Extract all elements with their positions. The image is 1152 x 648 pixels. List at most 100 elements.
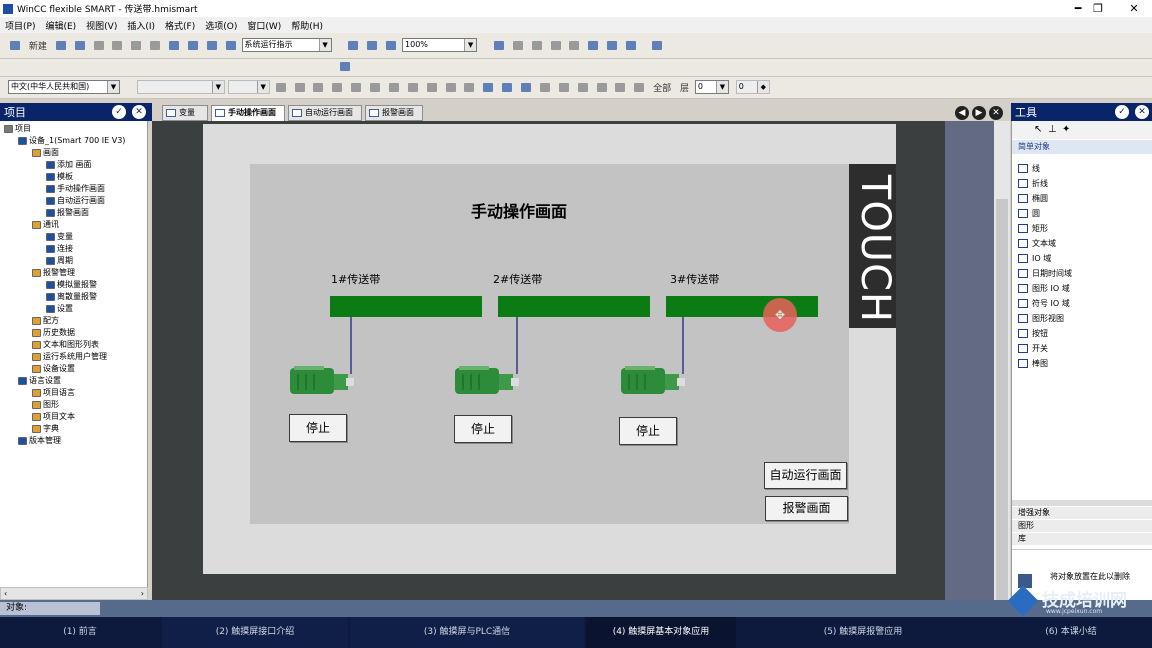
save-icon[interactable] [74,40,85,50]
tree-item[interactable]: 字典 [32,423,59,434]
tools-section-simple[interactable]: 简单对象 [1012,140,1152,154]
close-icon[interactable]: ✕ [132,105,146,119]
menu-project[interactable]: 项目(P) [0,19,40,32]
align-top-icon[interactable] [388,82,399,92]
flip-icon[interactable] [558,82,569,92]
tree-item[interactable]: 项目语言 [32,387,75,398]
tree-item[interactable]: 手动操作画面 [46,183,105,194]
align-right-icon[interactable] [370,82,380,92]
align-bottom-icon[interactable] [426,82,437,92]
tool-item[interactable]: IO 域 [1018,253,1051,264]
copy-icon[interactable] [150,40,161,50]
tree-item[interactable]: 项目 [4,123,31,134]
tree-item[interactable]: 自动运行画面 [46,195,105,206]
menu-insert[interactable]: 插入(I) [122,19,160,32]
help-icon[interactable] [607,40,618,50]
lesson-4[interactable]: (4) 触摸屏基本对象应用 [586,617,736,648]
same-height-icon[interactable] [464,82,475,92]
italic-icon[interactable] [294,82,305,92]
tree-item[interactable]: 通讯 [32,219,59,230]
same-width-icon[interactable] [445,82,456,92]
pin-icon[interactable]: ✓ [112,105,126,119]
tools-section-enhanced[interactable]: 增强对象 [1012,507,1152,519]
layer-spin[interactable]: 0 ◆ [735,80,770,94]
menu-options[interactable]: 选项(O) [200,19,242,32]
layout-icon[interactable] [651,40,662,50]
tree-item[interactable]: 模板 [46,171,73,182]
align-middle-icon[interactable] [407,82,418,92]
auto-screen-button[interactable]: 自动运行画面 [764,462,847,489]
vscroll-thumb[interactable] [996,199,1008,619]
scroll-left-icon[interactable]: ‹ [4,589,7,598]
fill-color-icon[interactable] [493,40,504,50]
tree-item[interactable]: 语言设置 [18,375,61,386]
menu-format[interactable]: 格式(F) [160,19,200,32]
tool-item[interactable]: 符号 IO 域 [1018,298,1070,309]
tree-item[interactable]: 文本和图形列表 [32,339,99,350]
zoom-out-icon[interactable] [386,40,397,50]
rotate-icon[interactable] [539,82,550,92]
tool-item[interactable]: 矩形 [1018,223,1048,234]
stop-button-1[interactable]: 停止 [289,414,347,442]
tree-item[interactable]: 历史数据 [32,327,75,338]
scroll-right-icon[interactable]: › [141,589,144,598]
close-icon[interactable]: ✕ [1135,105,1149,119]
simulate-icon[interactable] [225,40,236,50]
tab-next-icon[interactable]: ▶ [972,106,986,120]
runtime-combo[interactable]: 系统运行指示 ▼ [241,38,332,52]
tree-item[interactable]: 连接 [46,243,73,254]
lesson-6[interactable]: (6) 本课小结 [990,617,1152,648]
order-icon[interactable] [577,82,588,92]
tool-item[interactable]: 日期时间域 [1018,268,1072,279]
pointer-icon[interactable]: ↖ [1034,124,1042,135]
language-combo[interactable]: 中文(中华人民共和国) ▼ [8,80,120,94]
font-combo[interactable]: ▼ [136,80,225,94]
line-style-icon[interactable] [550,40,561,50]
lesson-3[interactable]: (3) 触摸屏与PLC通信 [350,617,584,648]
zoom-in-icon[interactable] [367,40,378,50]
wrench-icon[interactable]: ✦ [1062,124,1070,135]
tools-splitter[interactable] [1012,500,1152,506]
whats-this-icon[interactable] [626,40,637,50]
alarm-screen-button[interactable]: 报警画面 [765,496,848,521]
zoom-combo[interactable]: 100% ▼ [402,38,478,52]
open-icon[interactable] [55,40,66,50]
cut-icon[interactable] [131,40,142,50]
tool-item[interactable]: 圆 [1018,208,1040,219]
tool-item[interactable]: 文本域 [1018,238,1056,249]
stamp-icon[interactable]: ⊥ [1048,124,1057,135]
tab-close-icon[interactable]: ✕ [989,106,1003,120]
tools-section-library[interactable]: 库 [1012,533,1152,545]
tool-item[interactable]: 图形视图 [1018,313,1064,324]
align-center-icon[interactable] [351,82,362,92]
tool-item[interactable]: 开关 [1018,343,1048,354]
tool-item[interactable]: 按钮 [1018,328,1048,339]
underline-icon[interactable] [313,82,324,92]
tree-item[interactable]: 版本管理 [18,435,61,446]
tool-item[interactable]: 棒图 [1018,358,1048,369]
layer-combo[interactable]: 0 ▼ [694,80,729,94]
tree-item[interactable]: 配方 [32,315,59,326]
object-icon[interactable] [588,40,599,50]
motor-icon[interactable] [619,362,687,396]
tree-item[interactable]: 离散量报警 [46,291,97,302]
layer-icon[interactable] [634,82,645,92]
tree-item[interactable]: 项目文本 [32,411,75,422]
tree-item[interactable]: 变量 [46,231,73,242]
tool-item[interactable]: 图形 IO 域 [1018,283,1070,294]
tab-manual-screen[interactable]: 手动操作画面 [211,105,285,121]
tab-alarm-screen[interactable]: 报警画面 [365,105,423,121]
menu-view[interactable]: 视图(V) [81,19,122,32]
tree-item[interactable]: 添加 画面 [46,159,92,170]
download-icon[interactable] [340,62,350,71]
tree-item[interactable]: 运行系统用户管理 [32,351,107,362]
font-size-combo[interactable]: ▼ [227,80,270,94]
line-width-icon[interactable] [569,40,580,50]
pin-icon[interactable]: ✓ [1115,105,1129,119]
conveyor-belt-2[interactable] [498,296,650,317]
stop-button-3[interactable]: 停止 [619,417,677,445]
new-icon[interactable] [10,40,20,50]
spacing-icon[interactable] [615,82,626,92]
tab-tags[interactable]: 变量 [162,105,208,121]
motor-icon[interactable] [453,362,521,396]
